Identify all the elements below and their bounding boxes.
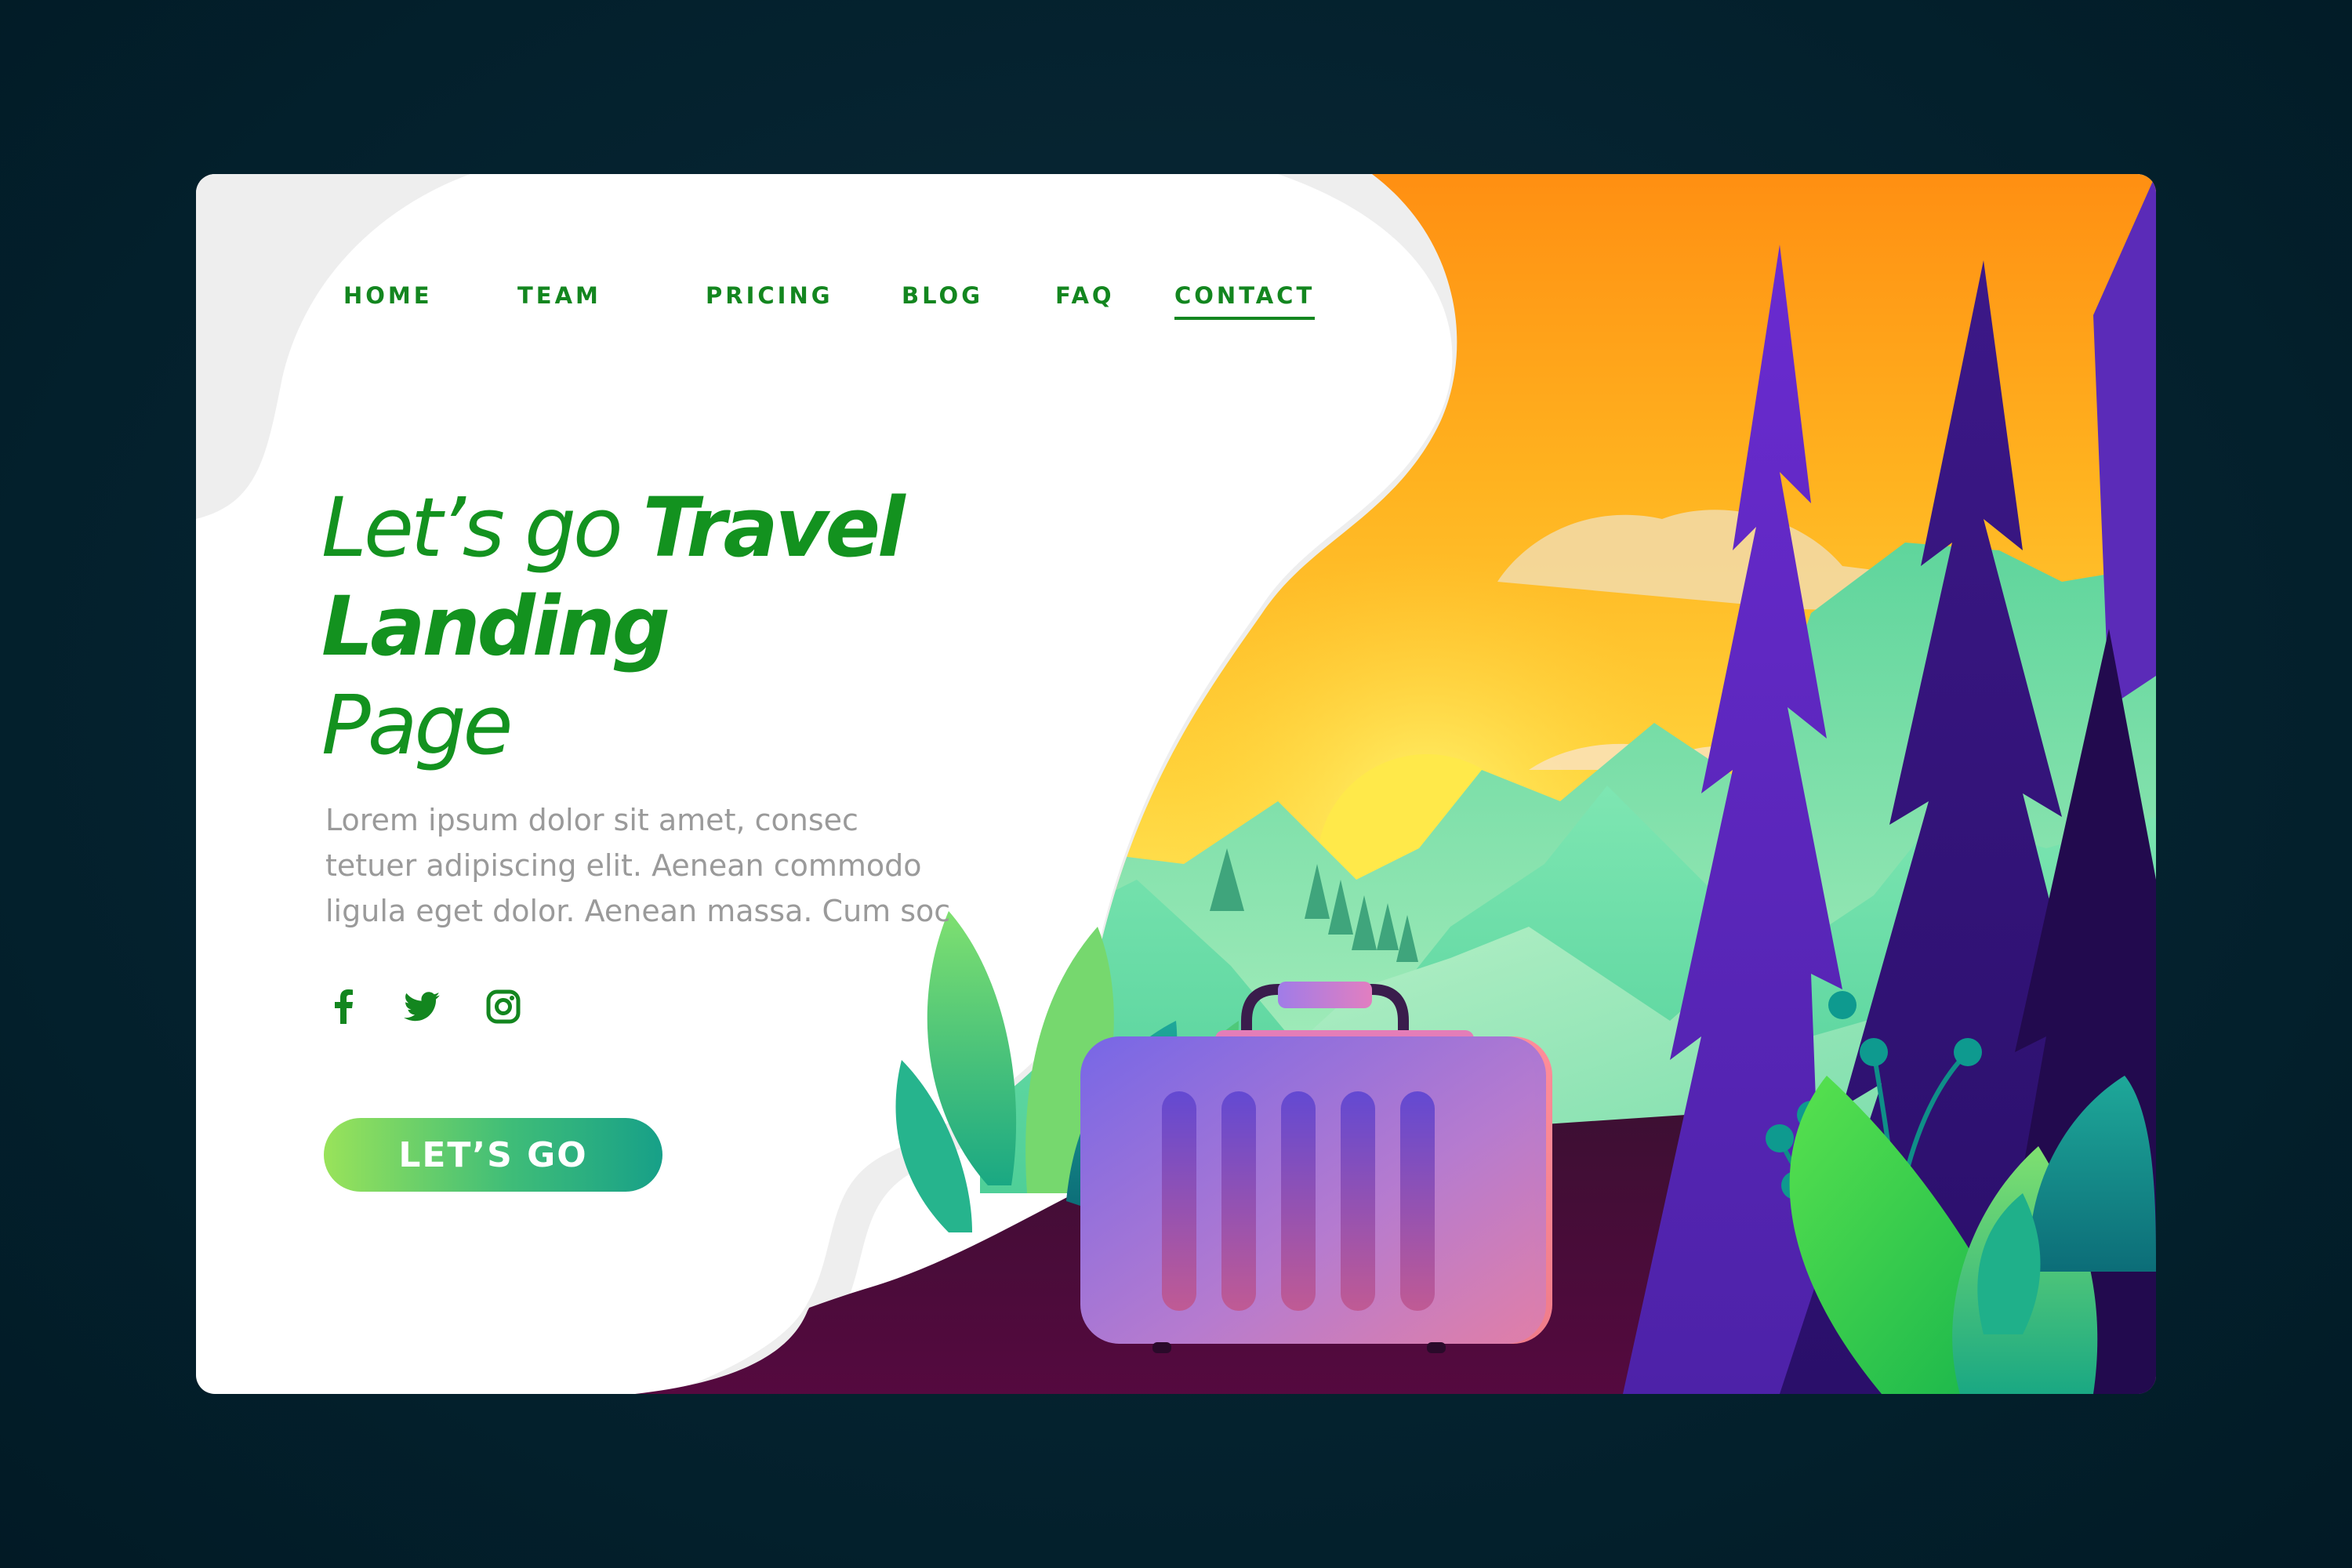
- nav-team[interactable]: TEAM: [517, 282, 601, 309]
- lets-go-button[interactable]: LET’S GO: [324, 1118, 662, 1192]
- facebook-icon[interactable]: [321, 985, 365, 1029]
- hero-description-line: tetuer adipiscing elit. Aenean commodo: [325, 848, 922, 883]
- hero-title: Let’s go Travel Landing Page: [321, 478, 964, 775]
- landing-page-card: HOME TEAM PRICING BLOG FAQ CONTACT Let’s…: [196, 174, 2156, 1394]
- nav-contact[interactable]: CONTACT: [1174, 282, 1316, 320]
- hero-title-part2: Travel: [642, 480, 906, 575]
- hero-description: Lorem ipsum dolor sit amet, consec tetue…: [325, 797, 1007, 934]
- suitcase: [1080, 982, 1552, 1353]
- grey-blob-top-left: [196, 174, 470, 519]
- hero-title-part3: Landing: [321, 579, 670, 674]
- nav-blog[interactable]: BLOG: [902, 282, 983, 309]
- travel-illustration: [196, 174, 2156, 1394]
- hero-description-line: Lorem ipsum dolor sit amet, consec: [325, 803, 858, 837]
- nav-home[interactable]: HOME: [343, 282, 433, 309]
- instagram-icon[interactable]: [481, 985, 525, 1029]
- nav-faq[interactable]: FAQ: [1055, 282, 1115, 309]
- hero-description-line: ligula eget dolor. Aenean massa. Cum soc: [325, 894, 951, 928]
- hero-title-part4: Page: [321, 677, 513, 773]
- hero-title-part1: Let’s go: [321, 480, 643, 575]
- nav-pricing[interactable]: PRICING: [706, 282, 833, 309]
- twitter-icon[interactable]: [400, 985, 444, 1029]
